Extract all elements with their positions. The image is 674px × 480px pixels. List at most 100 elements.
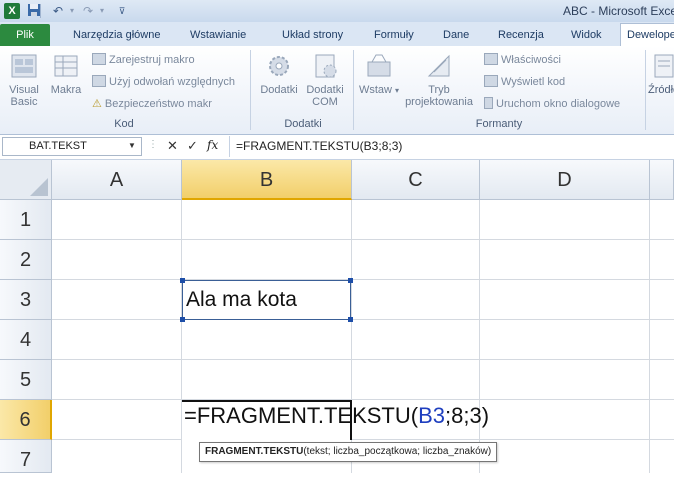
- visual-basic-icon: [11, 54, 37, 78]
- gridline: [479, 200, 480, 473]
- group-separator: [250, 50, 251, 130]
- insert-control-label: Wstaw: [358, 84, 392, 96]
- group-separator: [353, 50, 354, 130]
- row-header-6[interactable]: 6: [0, 400, 52, 440]
- design-mode-button[interactable]: Tryb projektowania: [401, 52, 477, 108]
- gridline: [52, 359, 674, 360]
- row-header-7[interactable]: 7: [0, 440, 52, 473]
- design-mode-icon: [427, 54, 450, 77]
- range-handle[interactable]: [180, 317, 185, 322]
- excel-icon[interactable]: X: [4, 3, 20, 19]
- tab-home[interactable]: Narzędzia główne: [73, 26, 160, 44]
- row-header-5[interactable]: 5: [0, 360, 52, 400]
- run-dialog-icon: [484, 97, 493, 109]
- formula-suffix: ;8;3): [445, 403, 490, 428]
- name-box[interactable]: BAT.TEKST: [2, 137, 142, 156]
- group-separator: [645, 50, 646, 130]
- group-label-controls: Formanty: [475, 118, 523, 130]
- com-add-ins-icon: [315, 54, 337, 78]
- design-mode-label: Tryb projektowania: [405, 84, 473, 108]
- run-dialog-label: Uruchom okno dialogowe: [496, 98, 621, 110]
- tab-page-layout[interactable]: Układ strony: [282, 26, 343, 44]
- com-add-ins-label: Dodatki COM: [306, 84, 344, 108]
- source-button[interactable]: Źródło: [648, 52, 674, 96]
- insert-function-button[interactable]: fx: [207, 138, 218, 152]
- resize-handle-icon[interactable]: ⋮: [146, 139, 160, 153]
- macros-button[interactable]: Makra: [48, 52, 84, 96]
- tab-formulas[interactable]: Formuły: [374, 26, 414, 44]
- gridline: [52, 319, 674, 320]
- gridline: [52, 439, 674, 440]
- redo-dropdown-icon[interactable]: ▾: [94, 3, 110, 19]
- gridline: [649, 200, 650, 473]
- visual-basic-label: Visual Basic: [9, 84, 39, 108]
- group-label-add-ins: Dodatki: [284, 118, 322, 130]
- properties-icon: [484, 53, 498, 65]
- macro-security-button[interactable]: ⚠ Bezpieczeństwo makr: [92, 97, 212, 110]
- properties-button[interactable]: Właściwości: [484, 53, 561, 66]
- source-icon: [654, 54, 674, 78]
- tooltip-function-name[interactable]: FRAGMENT.TEKSTU: [205, 446, 303, 457]
- gridline: [52, 279, 674, 280]
- tab-insert[interactable]: Wstawianie: [190, 26, 246, 44]
- view-code-icon: [484, 75, 498, 87]
- com-add-ins-button[interactable]: Dodatki COM: [302, 52, 348, 108]
- warning-icon: ⚠: [92, 98, 102, 110]
- customize-icon[interactable]: ⊽: [114, 3, 130, 19]
- group-label-code: Kod: [114, 118, 134, 130]
- formula-input[interactable]: =FRAGMENT.TEKSTU(B3;8;3): [229, 136, 674, 157]
- row-header-4[interactable]: 4: [0, 320, 52, 360]
- insert-control-button[interactable]: Wstaw ▾: [357, 52, 401, 97]
- range-handle[interactable]: [180, 278, 185, 283]
- undo-dropdown-icon[interactable]: ▾: [64, 3, 80, 19]
- record-macro-icon: [92, 53, 106, 65]
- row-header-2[interactable]: 2: [0, 240, 52, 280]
- add-ins-label: Dodatki: [260, 84, 298, 96]
- macros-label: Makra: [50, 84, 82, 96]
- relative-references-icon: [92, 75, 106, 87]
- view-code-label: Wyświetl kod: [501, 76, 566, 88]
- column-header-b[interactable]: B: [182, 160, 352, 200]
- tab-file[interactable]: Plik: [0, 24, 50, 46]
- chevron-down-icon[interactable]: ▼: [128, 141, 136, 150]
- gridline: [52, 399, 674, 400]
- tab-review[interactable]: Recenzja: [498, 26, 544, 44]
- row-header-1[interactable]: 1: [0, 200, 52, 240]
- relative-references-label: Użyj odwołań względnych: [109, 76, 235, 88]
- view-code-button[interactable]: Wyświetl kod: [484, 75, 565, 88]
- macros-icon: [54, 55, 78, 77]
- tab-developer[interactable]: Deweloper: [620, 23, 674, 46]
- formula-cell-reference: B3: [418, 403, 445, 428]
- visual-basic-button[interactable]: Visual Basic: [4, 52, 44, 108]
- row-header-3[interactable]: 3: [0, 280, 52, 320]
- add-ins-button[interactable]: Dodatki: [256, 52, 302, 96]
- enter-button[interactable]: ✓: [187, 138, 198, 154]
- gridline: [52, 239, 674, 240]
- toolbox-icon: [367, 54, 391, 77]
- record-macro-label: Zarejestruj makro: [109, 54, 195, 66]
- column-header-a[interactable]: A: [52, 160, 182, 200]
- relative-references-button[interactable]: Użyj odwołań względnych: [92, 75, 235, 88]
- cell-b3[interactable]: Ala ma kota: [182, 280, 351, 320]
- record-macro-button[interactable]: Zarejestruj makro: [92, 53, 195, 66]
- run-dialog-button[interactable]: Uruchom okno dialogowe: [484, 97, 620, 110]
- formula-prefix: =FRAGMENT.TEKSTU(: [184, 403, 419, 428]
- window-title: ABC - Microsoft Excel: [563, 4, 674, 18]
- column-header-next[interactable]: [650, 160, 674, 200]
- tab-view[interactable]: Widok: [571, 26, 602, 44]
- column-header-d[interactable]: D: [480, 160, 650, 200]
- tab-data[interactable]: Dane: [443, 26, 469, 44]
- cell-b6-formula[interactable]: =FRAGMENT.TEKSTU(B3;8;3): [184, 403, 489, 429]
- column-header-c[interactable]: C: [352, 160, 480, 200]
- properties-label: Właściwości: [501, 54, 561, 66]
- tooltip-arguments: (tekst; liczba_początkowa; liczba_znaków…: [303, 446, 492, 457]
- cancel-button[interactable]: ✕: [167, 138, 178, 154]
- range-handle[interactable]: [348, 317, 353, 322]
- chevron-down-icon: ▾: [395, 86, 400, 95]
- source-label: Źródło: [648, 84, 674, 96]
- macro-security-label: Bezpieczeństwo makr: [104, 98, 212, 110]
- separator: [40, 4, 41, 18]
- function-tooltip[interactable]: FRAGMENT.TEKSTU(tekst; liczba_początkowa…: [199, 442, 498, 462]
- gear-icon: [269, 56, 289, 76]
- range-handle[interactable]: [348, 278, 353, 283]
